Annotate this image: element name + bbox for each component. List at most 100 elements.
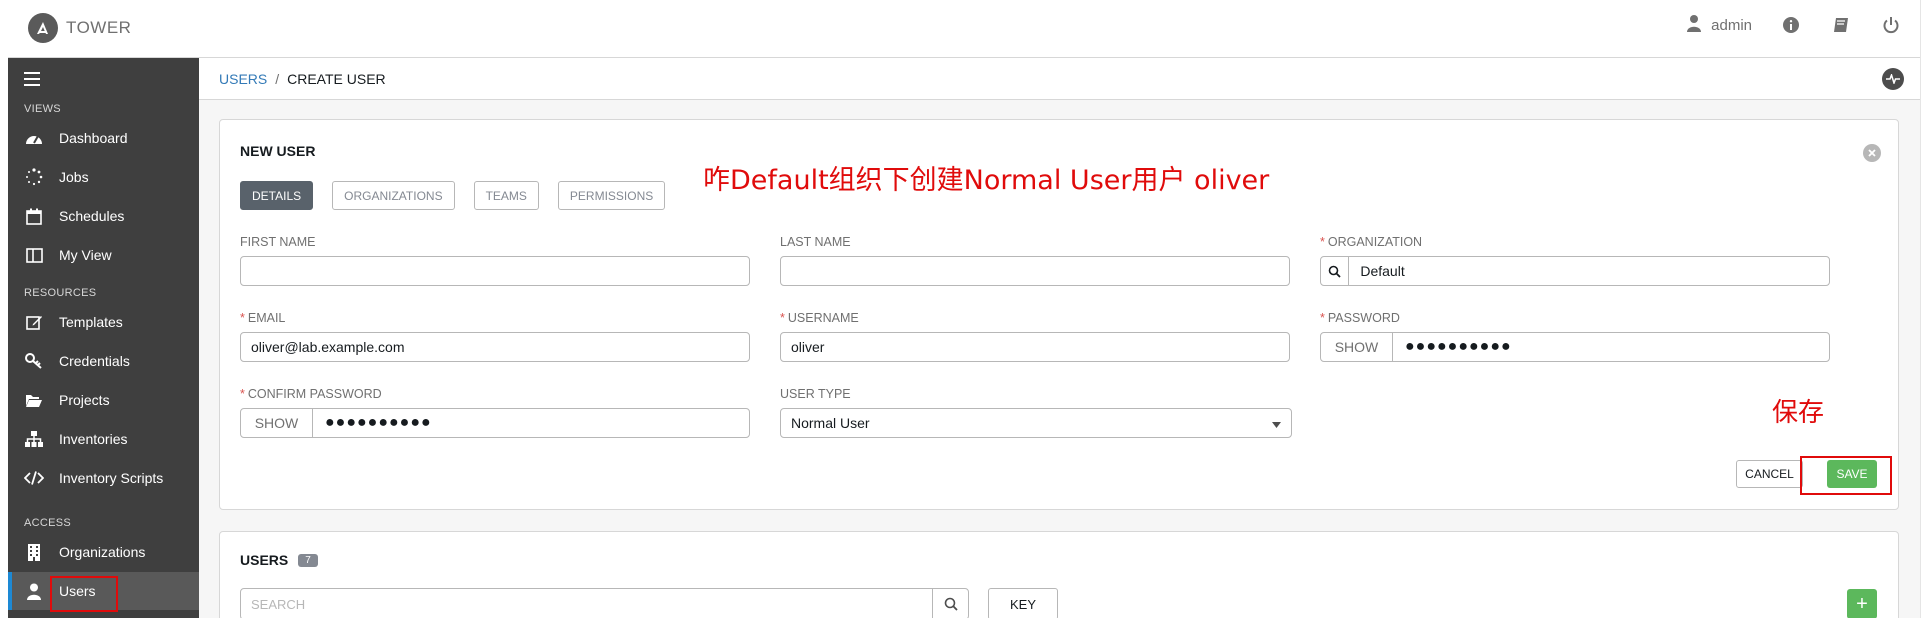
- last-name-field[interactable]: [780, 256, 1290, 286]
- building-icon: [24, 543, 44, 561]
- annotation-highlight-save: [1800, 456, 1892, 495]
- confirm-password-masked-value[interactable]: ●●●●●●●●●●: [313, 414, 432, 432]
- annotation-highlight-users: [50, 576, 118, 612]
- breadcrumb-current: CREATE USER: [287, 71, 386, 87]
- users-panel-title-wrap: USERS 7: [240, 552, 318, 568]
- tab-permissions[interactable]: PERMISSIONS: [557, 181, 666, 210]
- sidebar-item-projects[interactable]: Projects: [8, 381, 199, 419]
- password-field[interactable]: SHOW ●●●●●●●●●●: [1320, 332, 1830, 362]
- left-edge: [0, 0, 8, 618]
- organization-group: * ORGANIZATION: [1320, 235, 1830, 286]
- sidebar-item-templates[interactable]: Templates: [8, 303, 199, 341]
- calendar-icon: [24, 208, 44, 225]
- sidebar-item-label: Inventory Scripts: [59, 470, 164, 486]
- sidebar-item-schedules[interactable]: Schedules: [8, 197, 199, 235]
- password-masked-value[interactable]: ●●●●●●●●●●: [1393, 338, 1512, 356]
- hamburger-menu-icon[interactable]: [24, 71, 42, 90]
- last-name-input[interactable]: [791, 263, 1289, 279]
- sidebar-item-label: Projects: [59, 392, 110, 408]
- section-views: VIEWS: [24, 103, 61, 115]
- folder-open-icon: [24, 393, 44, 408]
- user-type-value: Normal User: [791, 415, 870, 431]
- user-name: admin: [1711, 16, 1752, 34]
- user-type-group: USER TYPE Normal User: [780, 387, 1292, 438]
- email-field[interactable]: [240, 332, 750, 362]
- annotation-save-note: 保存: [1772, 398, 1825, 428]
- sidebar-item-jobs[interactable]: Jobs: [8, 158, 199, 196]
- key-button[interactable]: KEY: [988, 588, 1058, 618]
- password-group: * PASSWORD SHOW ●●●●●●●●●●: [1320, 311, 1830, 362]
- last-name-label: LAST NAME: [780, 235, 851, 249]
- right-scrollbar[interactable]: [1920, 0, 1929, 618]
- confirm-password-show-button[interactable]: SHOW: [241, 409, 313, 437]
- sidebar-item-organizations[interactable]: Organizations: [8, 533, 199, 571]
- key-icon: [24, 353, 44, 369]
- password-show-button[interactable]: SHOW: [1321, 333, 1393, 361]
- user-type-select[interactable]: Normal User: [780, 408, 1292, 438]
- username-label: USERNAME: [787, 311, 859, 325]
- app-name: TOWER: [66, 18, 132, 37]
- first-name-field[interactable]: [240, 256, 750, 286]
- breadcrumb-users-link[interactable]: USERS: [219, 71, 267, 87]
- organization-field[interactable]: [1320, 256, 1830, 286]
- tower-logo[interactable]: TOWER: [28, 13, 131, 43]
- first-name-label: FIRST NAME: [240, 235, 316, 249]
- user-type-label: USER TYPE: [780, 387, 851, 401]
- sidebar-item-inventories[interactable]: Inventories: [8, 420, 199, 458]
- password-label-wrap: * PASSWORD: [1320, 311, 1830, 325]
- password-label: PASSWORD: [1327, 311, 1400, 325]
- tab-details[interactable]: DETAILS: [240, 181, 314, 210]
- users-count-badge: 7: [298, 553, 318, 567]
- code-icon: [24, 471, 44, 485]
- sidebar-item-label: Credentials: [59, 353, 130, 369]
- sitemap-icon: [24, 431, 44, 447]
- required-asterisk: *: [1320, 311, 1325, 325]
- last-name-group: LAST NAME: [780, 235, 1290, 286]
- cancel-button[interactable]: CANCEL: [1736, 460, 1803, 488]
- user-icon: [1687, 14, 1702, 36]
- sidebar-item-label: Organizations: [59, 544, 146, 560]
- activity-stream-icon[interactable]: [1882, 68, 1904, 90]
- tab-organizations[interactable]: ORGANIZATIONS: [332, 181, 455, 210]
- caret-down-icon: [1272, 415, 1281, 431]
- username-field[interactable]: [780, 332, 1290, 362]
- organization-input[interactable]: [1349, 263, 1829, 279]
- add-user-button[interactable]: +: [1847, 589, 1877, 618]
- username-group: * USERNAME: [780, 311, 1290, 362]
- org-lookup-search-icon[interactable]: [1321, 257, 1350, 285]
- search-input[interactable]: [241, 596, 932, 612]
- sidebar-item-label: Templates: [59, 314, 123, 330]
- close-icon[interactable]: [1863, 144, 1881, 162]
- first-name-input[interactable]: [251, 263, 749, 279]
- annotation-main-note: 咋Default组织下创建Normal User用户 oliver: [703, 165, 1270, 196]
- email-group: * EMAIL: [240, 311, 750, 362]
- section-resources: RESOURCES: [24, 287, 97, 299]
- sidebar-item-my-view[interactable]: My View: [8, 236, 199, 274]
- docs-book-icon[interactable]: [1830, 14, 1852, 36]
- top-nav: admin: [1687, 14, 1902, 36]
- breadcrumb-separator: /: [275, 71, 280, 87]
- user-menu[interactable]: admin: [1687, 14, 1752, 36]
- confirm-password-label-wrap: * CONFIRM PASSWORD: [240, 387, 750, 401]
- confirm-password-field[interactable]: SHOW ●●●●●●●●●●: [240, 408, 750, 438]
- email-input[interactable]: [251, 339, 749, 355]
- power-logout-icon[interactable]: [1880, 14, 1902, 36]
- tab-teams[interactable]: TEAMS: [473, 181, 539, 210]
- users-search[interactable]: [240, 588, 969, 618]
- sidebar-item-label: My View: [59, 247, 112, 263]
- sidebar-item-users[interactable]: Users: [8, 572, 199, 612]
- panel-title: NEW USER: [240, 143, 316, 159]
- dashboard-icon: [24, 131, 44, 145]
- username-input[interactable]: [791, 339, 1289, 355]
- confirm-password-group: * CONFIRM PASSWORD SHOW ●●●●●●●●●●: [240, 387, 750, 438]
- email-label-wrap: * EMAIL: [240, 311, 750, 325]
- required-asterisk: *: [780, 311, 785, 325]
- users-panel-title: USERS: [240, 552, 289, 568]
- sidebar-item-credentials[interactable]: Credentials: [8, 342, 199, 380]
- breadcrumb: USERS / CREATE USER: [219, 71, 386, 87]
- sidebar-item-inventory-scripts[interactable]: Inventory Scripts: [8, 459, 199, 497]
- search-icon[interactable]: [932, 589, 968, 618]
- sidebar-item-dashboard[interactable]: Dashboard: [8, 119, 199, 157]
- info-icon[interactable]: [1780, 14, 1802, 36]
- sidebar-item-label: Dashboard: [59, 130, 128, 146]
